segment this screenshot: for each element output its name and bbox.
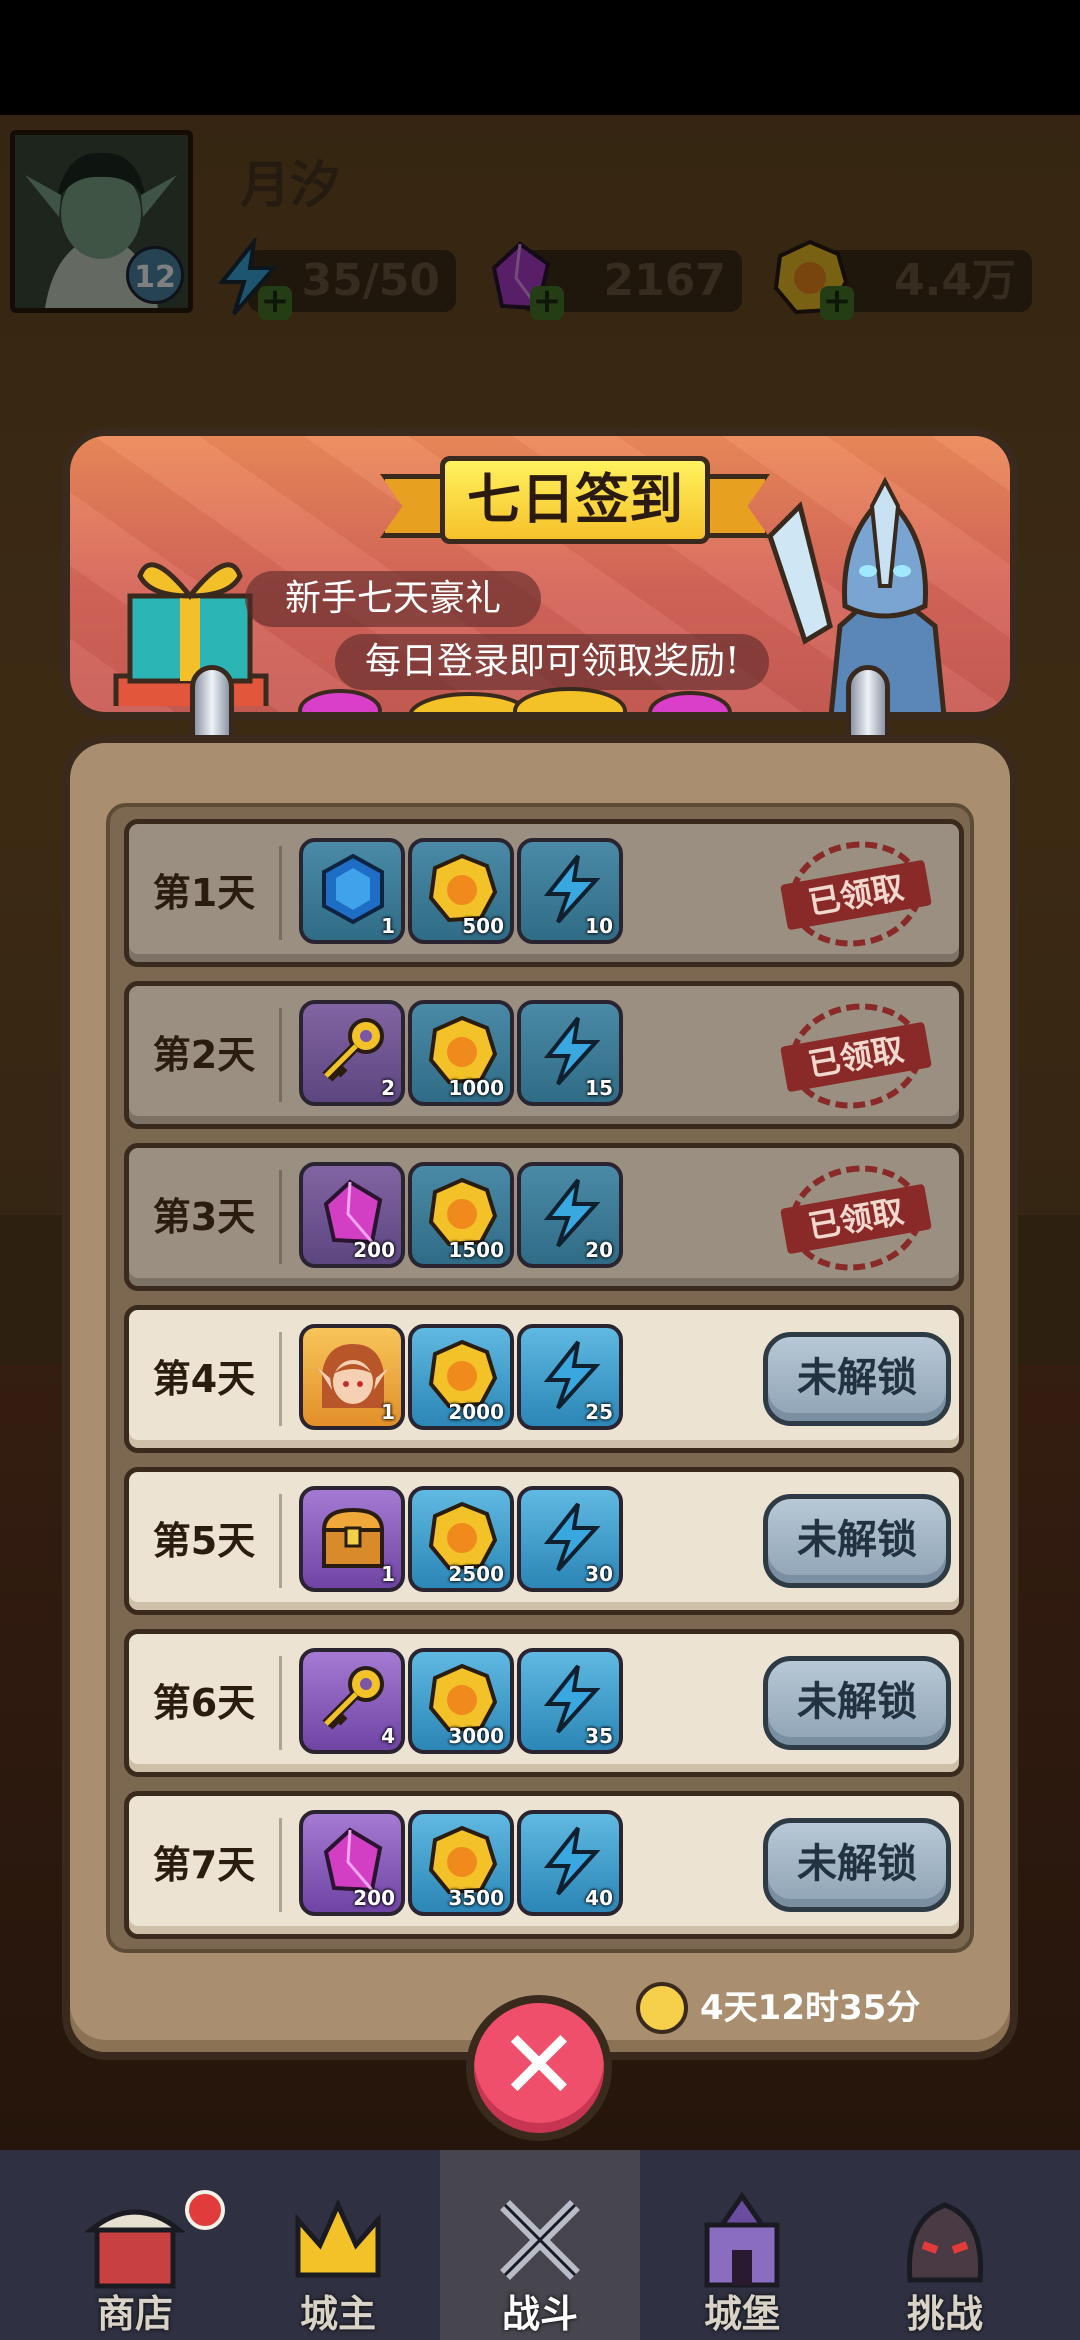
- bottom-nav: 商店 城主 战斗 城堡 挑战: [0, 2150, 1080, 2340]
- day-label: 第4天: [152, 1357, 256, 1401]
- day-label: 第2天: [152, 1033, 256, 1077]
- day-label: 第5天: [152, 1519, 256, 1563]
- reward-item[interactable]: 1500: [408, 1162, 514, 1268]
- reward-quantity: 1000: [448, 1076, 504, 1100]
- day-label: 第6天: [152, 1681, 256, 1725]
- reward-quantity: 1: [381, 1400, 395, 1424]
- reward-item[interactable]: 3000: [408, 1648, 514, 1754]
- countdown-text: 4天12时35分: [700, 1988, 921, 2028]
- nav-label: 城主: [299, 2292, 376, 2336]
- locked-button[interactable]: 未解锁: [763, 1656, 951, 1750]
- reward-item[interactable]: 30: [517, 1486, 623, 1592]
- banner-title: 七日签到: [440, 456, 710, 544]
- reward-item[interactable]: 1: [299, 1486, 405, 1592]
- reward-quantity: 1: [381, 914, 395, 938]
- reward-item[interactable]: 3500: [408, 1810, 514, 1916]
- reward-quantity: 500: [462, 914, 504, 938]
- day-row: 第5天 1 2500 30 未解锁: [124, 1467, 964, 1615]
- reward-item[interactable]: 4: [299, 1648, 405, 1754]
- reward-item[interactable]: 35: [517, 1648, 623, 1754]
- locked-button[interactable]: 未解锁: [763, 1332, 951, 1426]
- reward-quantity: 3000: [448, 1724, 504, 1748]
- claimed-stamp: 已领取: [780, 831, 932, 957]
- reward-item[interactable]: 25: [517, 1324, 623, 1430]
- nav-challenge[interactable]: 挑战: [845, 2150, 1045, 2340]
- banner-title-ribbon: 七日签到: [380, 456, 770, 544]
- reward-quantity: 25: [585, 1400, 613, 1424]
- reward-item[interactable]: 1: [299, 838, 405, 944]
- day-row: 第3天 200 1500 20 已领取: [124, 1143, 964, 1291]
- reward-item[interactable]: 15: [517, 1000, 623, 1106]
- nav-battle[interactable]: 战斗: [440, 2150, 640, 2340]
- reward-quantity: 20: [585, 1238, 613, 1262]
- reward-quantity: 3500: [448, 1886, 504, 1910]
- reward-item[interactable]: 2000: [408, 1324, 514, 1430]
- close-icon: ✕: [498, 2009, 580, 2121]
- reward-quantity: 10: [585, 914, 613, 938]
- gold-pile-icon: [298, 687, 732, 712]
- nav-label: 商店: [96, 2292, 173, 2336]
- reward-item[interactable]: 40: [517, 1810, 623, 1916]
- reward-item[interactable]: 20: [517, 1162, 623, 1268]
- nav-castle[interactable]: 城堡: [642, 2150, 842, 2340]
- day-row: 第6天 4 3000 35 未解锁: [124, 1629, 964, 1777]
- shop-icon: [85, 2209, 185, 2289]
- castle-icon: [704, 2191, 780, 2288]
- reward-quantity: 15: [585, 1076, 613, 1100]
- nav-label: 城堡: [703, 2292, 780, 2336]
- reward-quantity: 4: [381, 1724, 395, 1748]
- reward-item[interactable]: 200: [299, 1810, 405, 1916]
- day-row: 第1天 1 500 10 已领取: [124, 819, 964, 967]
- reward-item[interactable]: 200: [299, 1162, 405, 1268]
- signin-board: 第1天 1 500 10 已领取 第2天 2 1000 15 已领取 第3天 200 1500 20 已领取…: [62, 735, 1018, 2060]
- reward-quantity: 1500: [448, 1238, 504, 1262]
- reward-item[interactable]: 1: [299, 1324, 405, 1430]
- reward-quantity: 1: [381, 1562, 395, 1586]
- reward-quantity: 200: [353, 1886, 395, 1910]
- demon-helmet-icon: [906, 2202, 984, 2283]
- reward-item[interactable]: 2500: [408, 1486, 514, 1592]
- reward-item[interactable]: 2: [299, 1000, 405, 1106]
- reward-quantity: 2500: [448, 1562, 504, 1586]
- reward-quantity: 200: [353, 1238, 395, 1262]
- reward-quantity: 40: [585, 1886, 613, 1910]
- claimed-stamp: 已领取: [780, 993, 932, 1119]
- close-button[interactable]: ✕: [466, 1995, 612, 2141]
- day-label: 第3天: [152, 1195, 256, 1239]
- reward-quantity: 30: [585, 1562, 613, 1586]
- clock-icon: [636, 1982, 688, 2034]
- countdown-timer: 4天12时35分: [636, 1982, 921, 2034]
- day-label: 第7天: [152, 1843, 256, 1887]
- reward-quantity: 2: [381, 1076, 395, 1100]
- reward-quantity: 35: [585, 1724, 613, 1748]
- locked-button[interactable]: 未解锁: [763, 1494, 951, 1588]
- nav-lord[interactable]: 城主: [238, 2150, 438, 2340]
- locked-button[interactable]: 未解锁: [763, 1818, 951, 1912]
- daily-reward-list: 第1天 1 500 10 已领取 第2天 2 1000 15 已领取 第3天 200 1500 20 已领取…: [106, 803, 974, 1953]
- crossed-swords-icon: [500, 2200, 580, 2280]
- day-label: 第1天: [152, 871, 256, 915]
- day-row: 第2天 2 1000 15 已领取: [124, 981, 964, 1129]
- reward-item[interactable]: 1000: [408, 1000, 514, 1106]
- day-row: 第4天 1 2000 25 未解锁: [124, 1305, 964, 1453]
- day-row: 第7天 200 3500 40 未解锁: [124, 1791, 964, 1939]
- reward-quantity: 2000: [448, 1400, 504, 1424]
- nav-label: 挑战: [906, 2292, 983, 2336]
- nav-shop[interactable]: 商店: [35, 2150, 235, 2340]
- status-bar: [0, 0, 1080, 115]
- shop-notification-badge: [185, 2190, 225, 2230]
- banner-subtitle: 新手七天豪礼: [245, 571, 542, 627]
- reward-item[interactable]: 500: [408, 838, 514, 944]
- nav-label: 战斗: [501, 2292, 578, 2336]
- crown-icon: [295, 2198, 381, 2278]
- claimed-stamp: 已领取: [780, 1155, 932, 1281]
- reward-item[interactable]: 10: [517, 838, 623, 944]
